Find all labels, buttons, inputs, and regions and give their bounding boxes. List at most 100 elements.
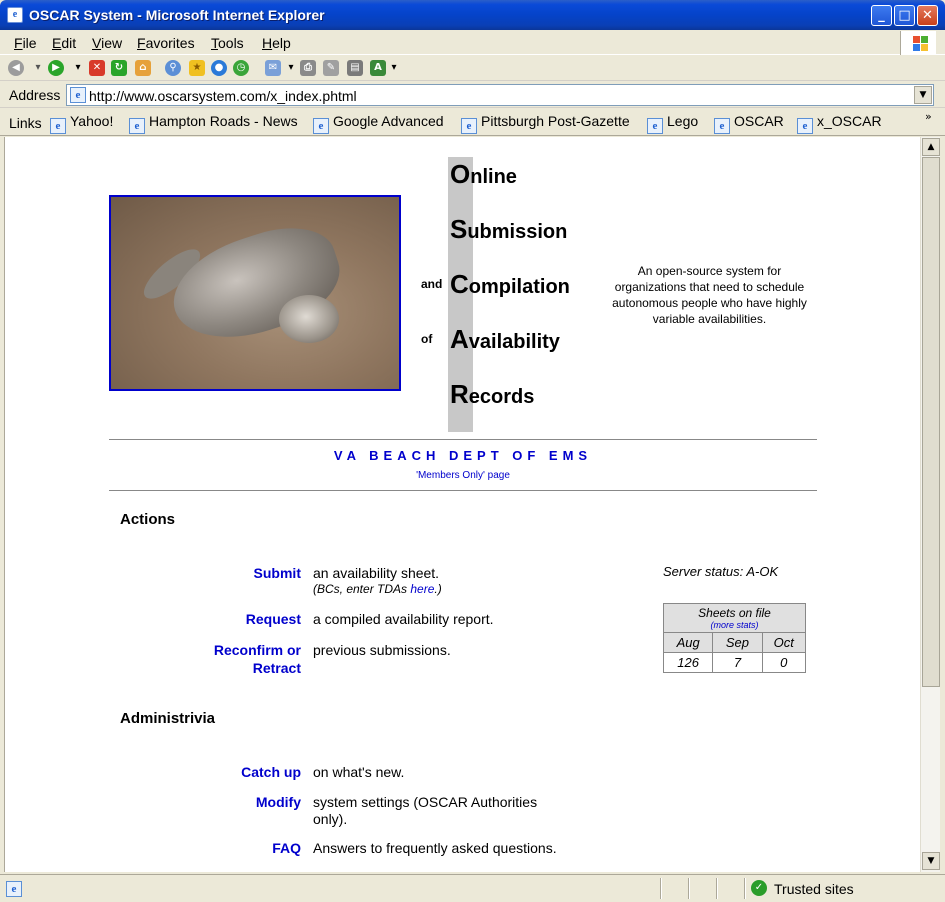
modify-description: system settings (OSCAR Authorities only)…	[313, 794, 538, 827]
trusted-sites-icon: ✓	[751, 880, 767, 896]
mail-icon[interactable]: ✉	[265, 60, 281, 76]
forward-dropdown-icon[interactable]: ▾	[70, 60, 86, 76]
sheets-header: Sheets on file (more stats)	[663, 603, 806, 633]
divider	[109, 439, 817, 440]
print-icon[interactable]: ⎙	[300, 60, 316, 76]
acronym-compilation: Compilation	[450, 269, 570, 299]
back-icon[interactable]: ◀	[8, 60, 24, 76]
address-input[interactable]: e http://www.oscarsystem.com/x_index.pht…	[66, 84, 934, 106]
vertical-scrollbar[interactable]: ▲ ▼	[920, 137, 940, 872]
page-content[interactable]: Online Submission and Compilation of Ava…	[4, 137, 920, 872]
history-icon[interactable]: ◷	[233, 60, 249, 76]
refresh-icon[interactable]: ↻	[111, 60, 127, 76]
ie-app-icon[interactable]: e	[7, 7, 23, 23]
favorites-star-icon[interactable]: ★	[189, 60, 205, 76]
request-link[interactable]: Request	[246, 610, 301, 628]
page-icon: e	[70, 87, 86, 103]
link-x-oscar[interactable]: e x_OSCAR	[797, 113, 882, 134]
standard-toolbar: ◀ ▾ ▶ ▾ ✕ ↻ ⌂ ⚲ ★ ● ◷ ✉ ▾ ⎙ ✎ ▤ A ▾	[0, 56, 945, 81]
modify-link[interactable]: Modify	[256, 793, 301, 811]
link-lego[interactable]: e Lego	[647, 113, 698, 134]
edit-icon[interactable]: ✎	[323, 60, 339, 76]
bc-note: (BCs, enter TDAs here.)	[313, 582, 442, 596]
dept-title[interactable]: VA BEACH DEPT OF EMS	[109, 448, 817, 463]
media-icon[interactable]: ●	[211, 60, 227, 76]
ie-page-icon: e	[313, 118, 329, 134]
link-google-advanced[interactable]: e Google Advanced	[313, 113, 444, 134]
month-count: 7	[712, 652, 763, 673]
menu-file[interactable]: File	[14, 35, 37, 51]
request-description: a compiled availability report.	[313, 611, 494, 627]
address-label: Address	[9, 87, 61, 103]
menu-view[interactable]: View	[92, 35, 122, 51]
ie-page-icon: e	[714, 118, 730, 134]
address-url[interactable]: http://www.oscarsystem.com/x_index.phtml	[89, 88, 357, 104]
ie-page-icon: e	[129, 118, 145, 134]
catch-up-description: on what's new.	[313, 764, 405, 780]
menu-favorites[interactable]: Favorites	[137, 35, 195, 51]
actions-heading: Actions	[120, 511, 176, 528]
title-bar[interactable]: e OSCAR System - Microsoft Internet Expl…	[0, 0, 945, 30]
acronym-availability: Availability	[450, 324, 560, 354]
links-bar: Links e Yahoo! e Hampton Roads - News e Goo…	[0, 109, 945, 136]
link-oscar[interactable]: e OSCAR	[714, 113, 784, 134]
scroll-down-icon[interactable]: ▼	[922, 852, 940, 870]
faq-link[interactable]: FAQ	[272, 839, 301, 857]
back-dropdown-icon[interactable]: ▾	[30, 60, 46, 76]
administrivia-heading: Administrivia	[120, 710, 216, 727]
month-header: Sep	[712, 632, 763, 653]
faq-description: Answers to frequently asked questions.	[313, 840, 557, 856]
menu-help[interactable]: Help	[262, 35, 291, 51]
submit-link[interactable]: Submit	[254, 564, 301, 582]
month-header: Oct	[761, 632, 807, 653]
mail-dropdown-icon[interactable]: ▾	[283, 60, 299, 76]
acronym-of: of	[421, 332, 433, 346]
close-button[interactable]: ✕	[917, 5, 938, 26]
reconfirm-description: previous submissions.	[313, 642, 451, 658]
address-bar: Address e http://www.oscarsystem.com/x_i…	[0, 82, 945, 108]
more-stats-link[interactable]: (more stats)	[664, 620, 805, 630]
acronym-and: and	[421, 277, 443, 291]
reconfirm-retract-link[interactable]: Reconfirm or Retract	[155, 641, 301, 681]
divider	[109, 490, 817, 491]
cat-photo	[109, 195, 401, 391]
members-only-link[interactable]: 'Members Only' page	[109, 470, 817, 481]
links-more-icon[interactable]: »	[925, 110, 932, 123]
research-icon[interactable]: A	[370, 60, 386, 76]
acronym-records: Records	[450, 379, 535, 409]
home-icon[interactable]: ⌂	[135, 60, 151, 76]
ie-page-icon: e	[797, 118, 813, 134]
month-count: 0	[761, 652, 807, 673]
status-bar: e ✓ Trusted sites	[0, 874, 945, 902]
windows-logo-icon	[900, 31, 936, 55]
discuss-icon[interactable]: ▤	[347, 60, 363, 76]
scroll-up-icon[interactable]: ▲	[922, 138, 940, 156]
search-icon[interactable]: ⚲	[165, 60, 181, 76]
sheets-on-file-table: Sheets on file (more stats) Aug Sep Oct 1…	[662, 603, 807, 673]
link-yahoo[interactable]: e Yahoo!	[50, 113, 113, 134]
scroll-thumb[interactable]	[922, 157, 940, 687]
submit-description: an availability sheet. (BCs, enter TDAs …	[313, 565, 442, 596]
tda-here-link[interactable]: here	[410, 582, 434, 596]
month-header: Aug	[662, 632, 714, 653]
tagline: An open-source system for organizations …	[612, 264, 807, 326]
menu-bar: File Edit View Favorites Tools Help	[0, 30, 945, 55]
menu-edit[interactable]: Edit	[52, 35, 76, 51]
maximize-button[interactable]: □	[894, 5, 915, 26]
catch-up-link[interactable]: Catch up	[241, 763, 301, 781]
link-hampton-roads[interactable]: e Hampton Roads - News	[129, 113, 298, 134]
month-count: 126	[662, 652, 714, 673]
stop-icon[interactable]: ✕	[89, 60, 105, 76]
links-label: Links	[9, 115, 42, 131]
research-dropdown-icon[interactable]: ▾	[386, 60, 402, 76]
address-dropdown-icon[interactable]: ▼	[914, 86, 932, 104]
minimize-button[interactable]: _	[871, 5, 892, 26]
acronym-submission: Submission	[450, 214, 568, 244]
link-pittsburgh[interactable]: e Pittsburgh Post-Gazette	[461, 113, 630, 134]
menu-tools[interactable]: Tools	[211, 35, 244, 51]
security-zone-label: Trusted sites	[774, 881, 854, 897]
ie-page-icon: e	[50, 118, 66, 134]
forward-icon[interactable]: ▶	[48, 60, 64, 76]
ie-page-icon: e	[461, 118, 477, 134]
server-status: Server status: A-OK	[663, 564, 779, 579]
